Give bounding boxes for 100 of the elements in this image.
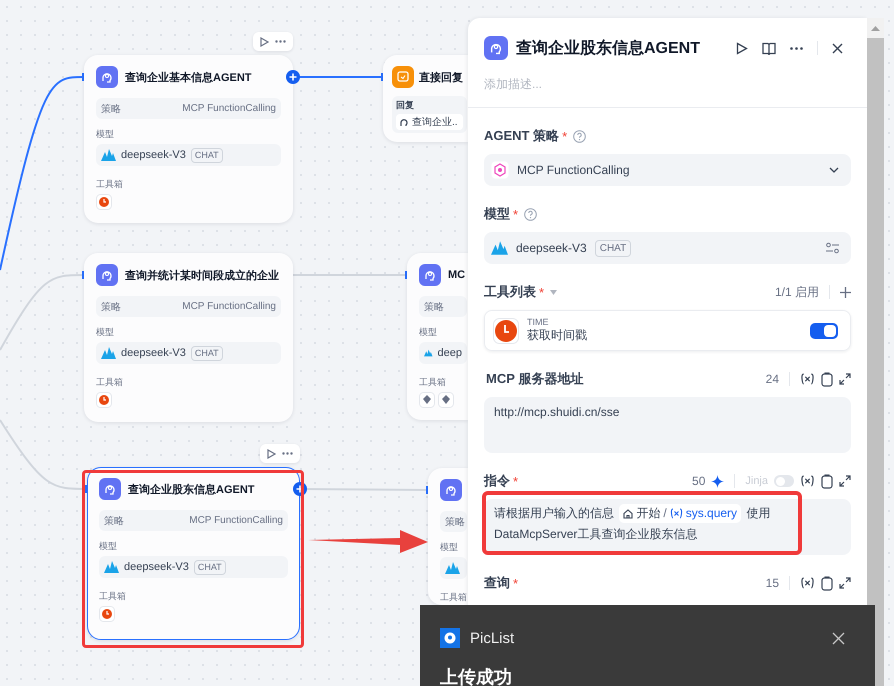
add-node-icon[interactable] xyxy=(293,482,307,496)
variable-icon[interactable] xyxy=(800,577,815,589)
sliders-icon[interactable] xyxy=(826,242,839,254)
agent-head-icon xyxy=(96,264,118,286)
server-url-field[interactable]: http://mcp.shuidi.cn/sse xyxy=(484,397,851,453)
chevron-down-icon xyxy=(829,167,839,173)
more-icon[interactable] xyxy=(282,452,294,455)
field-label: 查询 xyxy=(484,574,510,592)
clipboard-icon[interactable] xyxy=(821,372,833,386)
strategy-select[interactable]: MCP FunctionCalling xyxy=(484,154,851,186)
strategy-label: 策略 xyxy=(445,516,465,528)
variable-name: sys.query xyxy=(686,505,738,522)
help-icon[interactable] xyxy=(524,208,538,220)
expand-icon[interactable] xyxy=(839,373,851,385)
strategy-value: MCP FunctionCalling xyxy=(182,103,276,114)
close-icon[interactable] xyxy=(832,42,843,54)
select-value: deepseek-V3 xyxy=(516,241,587,255)
app-logo-icon xyxy=(440,628,460,648)
required-mark: * xyxy=(539,284,544,300)
variable-chip[interactable]: 开始 / sys.query xyxy=(619,504,742,524)
reply-reference-text: 查询企业.. xyxy=(412,116,458,129)
required-mark: * xyxy=(513,576,518,590)
toolbox-label: 工具箱 xyxy=(96,178,124,191)
peaks-logo-icon xyxy=(424,347,433,359)
required-mark: * xyxy=(562,128,568,144)
model-name: deepseek-V3 xyxy=(121,149,186,161)
jinja-toggle[interactable] xyxy=(774,475,794,487)
model-label: 模型 xyxy=(96,128,115,141)
node-title: 查询企业基本信息AGENT xyxy=(125,70,252,84)
strategy-value: MCP FunctionCalling xyxy=(189,515,283,526)
more-icon[interactable] xyxy=(275,40,286,43)
notification-title: 上传成功 xyxy=(440,668,513,686)
plugin-icon xyxy=(419,392,435,408)
variable-icon[interactable] xyxy=(800,475,815,487)
required-mark: * xyxy=(513,474,518,488)
clock-icon xyxy=(96,392,112,408)
play-icon[interactable] xyxy=(260,36,269,46)
path-separator: / xyxy=(663,505,667,522)
sparkle-icon[interactable] xyxy=(711,474,724,488)
play-icon[interactable] xyxy=(266,448,276,458)
agent-head-icon xyxy=(99,478,121,500)
plugin-icon xyxy=(438,392,454,408)
clipboard-icon[interactable] xyxy=(821,474,833,488)
panel-title: 查询企业股东信息AGENT xyxy=(516,38,700,58)
variable-node-name: 开始 xyxy=(636,505,660,522)
variable-icon xyxy=(670,508,683,520)
toolbox-label: 工具箱 xyxy=(419,376,447,389)
instruction-text: 请根据用户输入的信息 xyxy=(494,506,614,520)
model-name: deepseek-V3 xyxy=(124,561,189,573)
tool-card[interactable]: TIME 获取时间戳 xyxy=(484,310,851,351)
agent-head-icon xyxy=(440,479,462,501)
clock-icon xyxy=(493,318,519,344)
field-label: MCP 服务器地址 xyxy=(486,370,584,388)
strategy-label: 策略 xyxy=(104,514,124,528)
book-icon[interactable] xyxy=(762,42,776,54)
model-tag: CHAT xyxy=(190,148,223,162)
reply-label: 回复 xyxy=(396,99,415,112)
clock-icon xyxy=(99,606,115,622)
workflow-node[interactable]: 策略 模型 工具箱 xyxy=(428,468,468,605)
peaks-logo-icon xyxy=(101,149,116,161)
node-title: MC xyxy=(448,269,466,281)
play-icon[interactable] xyxy=(736,42,748,54)
tool-name: 获取时间戳 xyxy=(527,327,587,344)
clock-icon xyxy=(96,194,112,210)
node-title: 查询企业股东信息AGENT xyxy=(128,482,254,496)
workflow-node[interactable]: 直接回复 回复 查询企业.. xyxy=(383,55,468,142)
tool-provider: TIME xyxy=(527,317,550,327)
agent-head-icon xyxy=(96,66,118,88)
character-count: 50 xyxy=(692,474,706,488)
workflow-node[interactable]: MC 策略 模型 deep 工具箱 xyxy=(407,253,468,420)
toolbox-label: 工具箱 xyxy=(99,590,127,603)
model-tag: CHAT xyxy=(194,560,226,574)
app-name: PicList xyxy=(470,630,514,646)
required-mark: * xyxy=(513,206,518,222)
model-label: 模型 xyxy=(96,326,115,339)
clipboard-icon[interactable] xyxy=(821,576,833,590)
model-name: deep xyxy=(438,347,462,359)
character-count: 15 xyxy=(766,576,779,590)
more-icon[interactable] xyxy=(790,46,803,50)
peaks-logo-icon xyxy=(491,241,508,255)
workflow-node[interactable]: 查询企业股东信息AGENT 策略 MCP FunctionCalling 模型 deepseek-V3 CHAT 工具箱 xyxy=(87,467,300,640)
peaks-logo-icon xyxy=(101,347,116,359)
tool-toggle[interactable] xyxy=(810,322,838,338)
model-label: 模型 xyxy=(440,541,459,554)
expand-icon[interactable] xyxy=(839,577,851,589)
help-icon[interactable] xyxy=(573,130,586,142)
workflow-node[interactable]: 查询企业基本信息AGENT 策略 MCP FunctionCalling 模型 deepseek-V3 CHAT 工具箱 xyxy=(84,55,293,223)
model-name: deepseek-V3 xyxy=(121,347,186,359)
peaks-logo-icon xyxy=(445,562,460,574)
variable-icon[interactable] xyxy=(800,373,815,385)
model-label: 模型 xyxy=(419,326,438,339)
workflow-node[interactable]: 查询并统计某时间段成立的企业 策略 MCP FunctionCalling 模型 deepseek-V3 CHAT 工具箱 xyxy=(84,253,293,422)
expand-icon[interactable] xyxy=(839,475,851,487)
enabled-count: 1/1 启用 xyxy=(774,284,819,300)
model-tag: CHAT xyxy=(594,240,632,256)
model-select[interactable]: deepseek-V3 CHAT xyxy=(484,232,851,264)
plus-icon[interactable] xyxy=(840,286,851,298)
field-label: AGENT 策略 xyxy=(484,127,560,145)
instruction-text: DataMcpServer工具查询企业股东信息 xyxy=(494,527,698,541)
add-node-icon[interactable] xyxy=(286,70,300,84)
